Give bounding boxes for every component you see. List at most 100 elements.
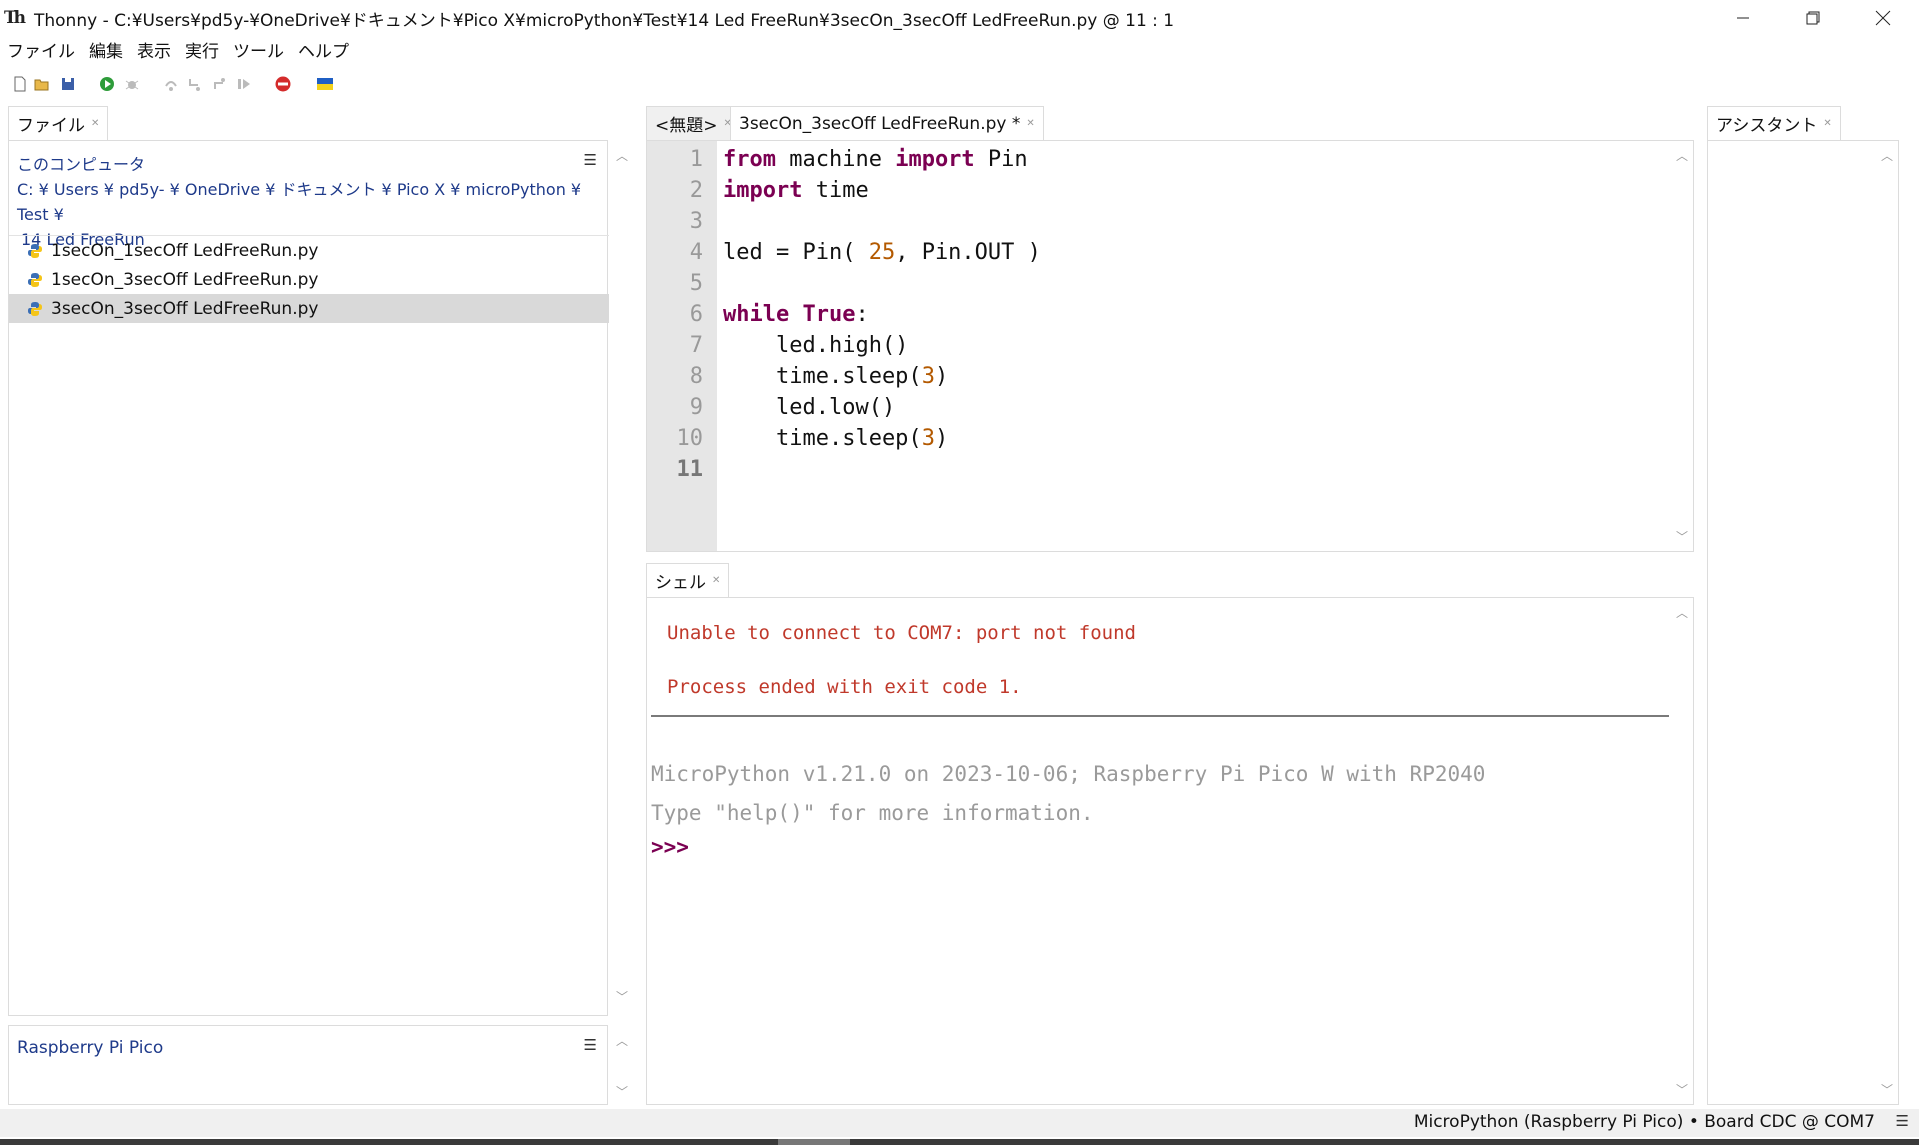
save-icon[interactable] (60, 76, 76, 92)
chevron-up-icon[interactable]: ︿ (616, 1032, 628, 1049)
stop-icon[interactable] (275, 76, 291, 92)
code-line[interactable]: led.low() (723, 395, 895, 420)
file-item[interactable]: 1secOn_3secOff LedFreeRun.py (9, 265, 609, 294)
shell-info-line: MicroPython v1.21.0 on 2023-10-06; Raspb… (651, 762, 1486, 786)
line-number: 6 (689, 302, 703, 327)
close-icon[interactable]: ✕ (1026, 118, 1034, 129)
code-editor[interactable]: 1 2 3 4 5 6 7 8 9 10 11 from machine imp… (646, 140, 1694, 552)
minimize-button[interactable] (1708, 0, 1778, 36)
close-window-button[interactable] (1848, 0, 1918, 36)
tab-current-file[interactable]: 3secOn_3secOff LedFreeRun.py * ✕ (730, 106, 1044, 140)
keyword: from (723, 147, 776, 172)
new-file-icon[interactable] (12, 76, 28, 92)
ukraine-flag-icon[interactable] (316, 76, 334, 92)
file-list: 1secOn_1secOff LedFreeRun.py 1secOn_3sec… (9, 235, 609, 323)
title-bar: Th Thonny - C:¥Users¥pd5y-¥OneDrive¥ドキュメ… (0, 0, 1919, 36)
toolbar (0, 72, 400, 98)
shell-separator (651, 715, 1669, 717)
menu-run[interactable]: 実行 (178, 37, 226, 62)
chevron-up-icon[interactable]: ︿ (1881, 147, 1893, 164)
file-name: 1secOn_1secOff LedFreeRun.py (51, 240, 319, 261)
chevron-down-icon[interactable]: ﹀ (1881, 1081, 1893, 1098)
chevron-down-icon[interactable]: ﹀ (616, 1083, 628, 1100)
menu-help[interactable]: ヘルプ (291, 37, 356, 62)
debug-icon[interactable] (124, 76, 140, 92)
device-header[interactable]: Raspberry Pi Pico (17, 1038, 163, 1058)
step-into-icon[interactable] (186, 76, 202, 92)
restore-button[interactable] (1778, 0, 1848, 36)
code-text: , Pin.OUT ) (895, 240, 1041, 265)
line-number-gutter: 1 2 3 4 5 6 7 8 9 10 11 (647, 141, 717, 551)
chevron-up-icon[interactable]: ︿ (1676, 604, 1688, 621)
code-text: led = Pin( (723, 240, 869, 265)
code-text: ) (934, 426, 949, 451)
resume-icon[interactable] (236, 76, 252, 92)
chevron-up-icon[interactable]: ︿ (1676, 147, 1688, 164)
menu-file[interactable]: ファイル (0, 37, 82, 62)
file-item-selected[interactable]: 3secOn_3secOff LedFreeRun.py (9, 294, 609, 323)
chevron-up-icon[interactable]: ︿ (616, 147, 628, 164)
interpreter-status[interactable]: MicroPython (Raspberry Pi Pico) • Board … (1414, 1112, 1875, 1132)
code-line[interactable]: time.sleep(3) (723, 426, 948, 451)
shell-error-line: Process ended with exit code 1. (667, 676, 1022, 698)
thonny-logo-icon: Th (4, 8, 26, 28)
shell-tabstrip: シェル ✕ (646, 563, 1694, 597)
close-icon[interactable]: ✕ (1823, 118, 1831, 129)
step-over-icon[interactable] (163, 76, 179, 92)
code-line[interactable]: led = Pin( 25, Pin.OUT ) (723, 240, 1041, 265)
line-number-current: 11 (676, 457, 704, 482)
menu-edit[interactable]: 編集 (82, 37, 130, 62)
menu-tools[interactable]: ツール (226, 37, 291, 62)
minimize-icon (1737, 17, 1749, 19)
restore-icon (1806, 11, 1820, 25)
line-number: 10 (676, 426, 704, 451)
shell-panel[interactable]: Unable to connect to COM7: port not foun… (646, 597, 1694, 1105)
tab-shell[interactable]: シェル ✕ (646, 563, 730, 597)
device-scrollbar[interactable]: ︿ ﹀ (611, 1026, 633, 1106)
editor-scrollbar[interactable]: ︿ ﹀ (1671, 141, 1693, 551)
shell-scrollbar[interactable]: ︿ ﹀ (1671, 598, 1693, 1104)
shell-error-line: Unable to connect to COM7: port not foun… (667, 622, 1136, 644)
tab-assistant[interactable]: アシスタント ✕ (1707, 106, 1841, 140)
code-line[interactable]: time.sleep(3) (723, 364, 948, 389)
this-computer-header[interactable]: このコンピュータ (17, 151, 145, 175)
assistant-panel: ︿ ﹀ (1707, 140, 1899, 1105)
chevron-down-icon[interactable]: ﹀ (1676, 528, 1688, 545)
code-line[interactable]: from machine import Pin (723, 147, 1028, 172)
tab-untitled[interactable]: <無題> ✕ (646, 106, 741, 140)
python-file-icon (27, 272, 43, 288)
path-line-1[interactable]: C: ¥ Users ¥ pd5y- ¥ OneDrive ¥ ドキュメント ¥… (17, 177, 597, 227)
run-icon[interactable] (99, 76, 115, 92)
keyword: while (723, 302, 790, 327)
files-menu-icon[interactable]: ☰ (584, 151, 597, 169)
file-item[interactable]: 1secOn_1secOff LedFreeRun.py (9, 236, 609, 265)
bottom-strip (0, 1139, 1919, 1145)
device-menu-icon[interactable]: ☰ (584, 1036, 597, 1054)
tab-untitled-label: <無題> (655, 116, 718, 136)
line-number: 5 (689, 271, 703, 296)
number-literal: 3 (921, 364, 935, 389)
step-out-icon[interactable] (211, 76, 227, 92)
assistant-scrollbar[interactable]: ︿ ﹀ (1876, 141, 1898, 1104)
tab-files-label: ファイル (17, 116, 85, 136)
chevron-down-icon[interactable]: ﹀ (1676, 1081, 1688, 1098)
code-line[interactable]: import time (723, 178, 869, 203)
number-literal: 25 (868, 240, 896, 265)
line-number: 4 (689, 240, 703, 265)
close-icon[interactable]: ✕ (712, 575, 720, 586)
code-line[interactable]: led.high() (723, 333, 908, 358)
code-line[interactable]: while True: (723, 302, 869, 327)
close-icon[interactable]: ✕ (91, 118, 99, 129)
files-scrollbar[interactable]: ︿ ﹀ (611, 141, 633, 1011)
open-file-icon[interactable] (34, 76, 50, 92)
menu-view[interactable]: 表示 (130, 37, 178, 62)
tab-assistant-label: アシスタント (1716, 116, 1818, 136)
shell-prompt[interactable]: >>> (651, 835, 689, 859)
files-tabstrip: ファイル ✕ (8, 106, 608, 140)
line-number: 7 (689, 333, 703, 358)
close-icon (1875, 10, 1891, 26)
tab-files[interactable]: ファイル ✕ (8, 106, 109, 140)
code-text: machine (775, 147, 896, 172)
chevron-down-icon[interactable]: ﹀ (616, 988, 628, 1005)
status-menu-icon[interactable]: ☰ (1896, 1112, 1909, 1130)
